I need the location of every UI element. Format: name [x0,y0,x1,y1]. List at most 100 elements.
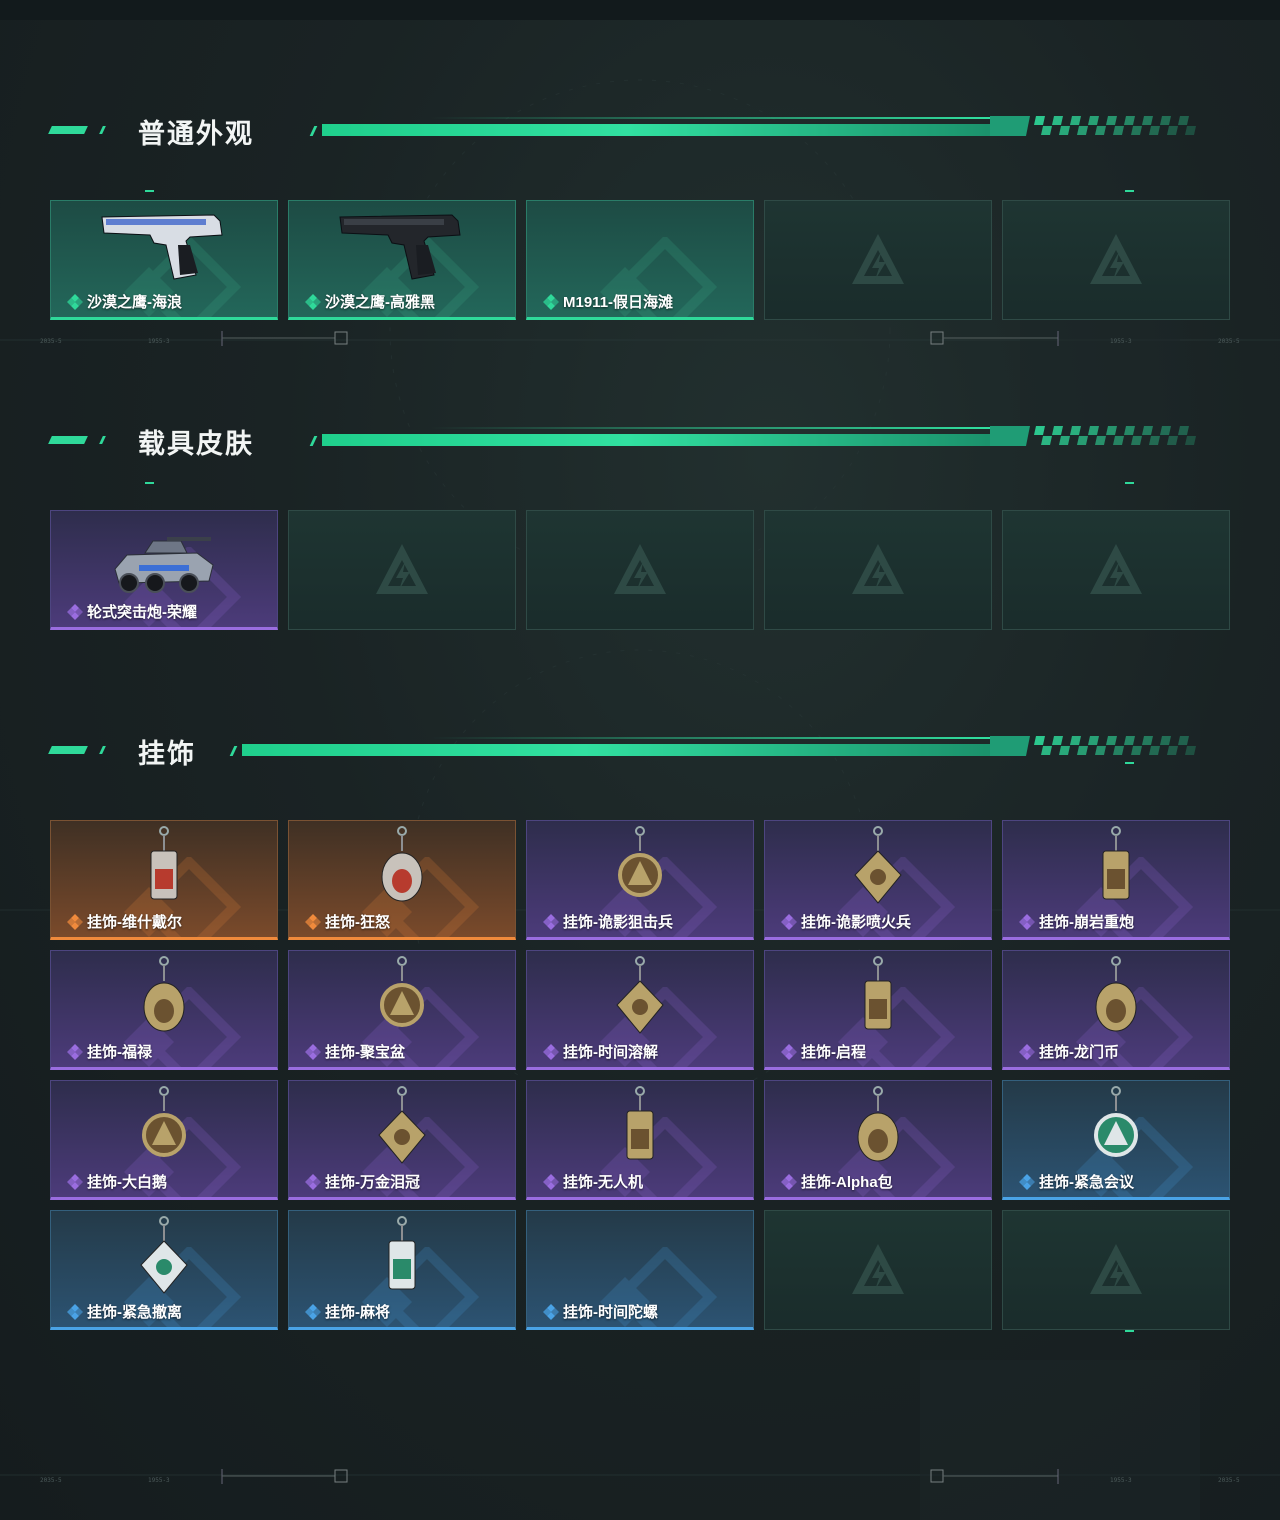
item-card[interactable]: 轮式突击炮-荣耀 [50,510,278,630]
tech-marker-right-2 [930,1469,1059,1484]
charm-icon [1095,956,1137,1032]
rarity-diamond-icon [67,603,83,620]
charm-icon [618,826,662,897]
top-band [0,0,1280,20]
charm-icon [864,956,892,1030]
empty-slot-card[interactable] [526,510,754,630]
item-label-row: 挂饰-崩岩重炮 [1019,911,1134,932]
empty-slot-card[interactable] [764,510,992,630]
tech-label: 2035-5 [1218,338,1240,345]
item-card[interactable]: 挂饰-大白鹅 [50,1080,278,1200]
item-card[interactable]: 挂饰-启程 [764,950,992,1070]
section-title: 普通外观 [138,119,254,150]
placeholder-logo-icon [852,234,904,284]
item-name: 挂饰-时间溶解 [563,1044,658,1061]
item-name: 挂饰-启程 [801,1044,866,1061]
item-name: 挂饰-聚宝盆 [325,1044,405,1061]
section-header-charms: 挂饰 [48,736,1230,770]
item-name: 沙漠之鹰-海浪 [87,294,182,311]
item-card[interactable]: 挂饰-紧急撤离 [50,1210,278,1330]
item-card[interactable]: M1911-假日海滩 [526,200,754,320]
rarity-diamond-icon [67,1043,83,1060]
item-label-row: 挂饰-龙门币 [1019,1041,1119,1062]
rarity-diamond-icon [543,913,559,930]
section-title: 挂饰 [138,739,196,770]
item-label-row: 沙漠之鹰-海浪 [67,291,182,312]
item-label-row: 挂饰-聚宝盆 [305,1041,405,1062]
item-name: 挂饰-麻将 [325,1304,390,1321]
item-card[interactable]: 挂饰-崩岩重炮 [1002,820,1230,940]
tech-label: 2035-5 [40,338,62,345]
item-card[interactable]: 挂饰-Alpha包 [764,1080,992,1200]
rarity-diamond-icon [781,913,797,930]
item-label-row: 轮式突击炮-荣耀 [67,601,197,622]
item-name: 挂饰-无人机 [563,1174,643,1191]
item-card[interactable]: 挂饰-紧急会议 [1002,1080,1230,1200]
tech-marker-left-1 [221,331,348,346]
placeholder-logo-icon [852,1244,904,1294]
item-card[interactable]: 沙漠之鹰-高雅黑 [288,200,516,320]
item-card[interactable]: 挂饰-麻将 [288,1210,516,1330]
charm-icon [150,826,178,900]
item-label-row: 挂饰-福禄 [67,1041,152,1062]
corner-tick [145,190,154,192]
placeholder-logo-icon [1090,544,1142,594]
item-card[interactable]: 挂饰-福禄 [50,950,278,1070]
charm-icon [140,1216,188,1294]
header-progress-line [242,744,1002,756]
item-card[interactable]: 挂饰-时间溶解 [526,950,754,1070]
rarity-diamond-icon [305,1173,321,1190]
item-label-row: 挂饰-时间陀螺 [543,1301,658,1322]
charm-icon [142,1086,186,1157]
charm-icon [388,1216,416,1290]
tech-label: 2035-5 [1218,1477,1240,1484]
empty-slot-card[interactable] [288,510,516,630]
item-name: 沙漠之鹰-高雅黑 [325,294,435,311]
item-card[interactable]: 挂饰-万金泪冠 [288,1080,516,1200]
charm-icon [380,956,424,1027]
item-label-row: 沙漠之鹰-高雅黑 [305,291,435,312]
item-name: 挂饰-诡影喷火兵 [801,914,911,931]
header-progress-line [322,124,1002,136]
item-label-row: 挂饰-时间溶解 [543,1041,658,1062]
item-label-row: 挂饰-大白鹅 [67,1171,167,1192]
item-name: 挂饰-福禄 [87,1044,152,1061]
empty-slot-card[interactable] [764,200,992,320]
item-card[interactable]: 挂饰-无人机 [526,1080,754,1200]
header-checker-pattern [990,116,1196,136]
corner-tick [1125,482,1134,484]
rarity-diamond-icon [781,1173,797,1190]
item-name: 挂饰-诡影狙击兵 [563,914,673,931]
rarity-diamond-icon [1019,913,1035,930]
item-card[interactable]: 挂饰-龙门币 [1002,950,1230,1070]
item-label-row: 挂饰-启程 [781,1041,866,1062]
empty-slot-card[interactable] [1002,200,1230,320]
placeholder-logo-icon [376,544,428,594]
item-card[interactable]: 挂饰-诡影喷火兵 [764,820,992,940]
empty-slot-card[interactable] [1002,1210,1230,1330]
item-label-row: 挂饰-麻将 [305,1301,390,1322]
header-checker-pattern [990,426,1196,446]
header-thin-line [430,117,990,119]
rarity-diamond-icon [305,1043,321,1060]
item-name: 挂饰-维什戴尔 [87,914,182,931]
item-name: M1911-假日海滩 [563,294,674,311]
item-card[interactable]: 挂饰-聚宝盆 [288,950,516,1070]
empty-slot-card[interactable] [1002,510,1230,630]
item-card[interactable]: 挂饰-维什戴尔 [50,820,278,940]
item-card[interactable]: 挂饰-时间陀螺 [526,1210,754,1330]
header-thin-line [430,737,990,739]
item-card[interactable]: 沙漠之鹰-海浪 [50,200,278,320]
item-name: 挂饰-狂怒 [325,914,390,931]
vehicle-skins-grid: 轮式突击炮-荣耀 [50,510,1230,630]
rarity-diamond-icon [67,1303,83,1320]
header-accent-slash [99,126,106,134]
section-header-normal-skins: 普通外观 [48,116,1230,150]
rarity-diamond-icon [781,1043,797,1060]
item-card[interactable]: 挂饰-诡影狙击兵 [526,820,754,940]
rarity-diamond-icon [305,913,321,930]
item-label-row: 挂饰-Alpha包 [781,1171,893,1192]
item-card[interactable]: 挂饰-狂怒 [288,820,516,940]
item-label-row: 挂饰-诡影狙击兵 [543,911,673,932]
empty-slot-card[interactable] [764,1210,992,1330]
